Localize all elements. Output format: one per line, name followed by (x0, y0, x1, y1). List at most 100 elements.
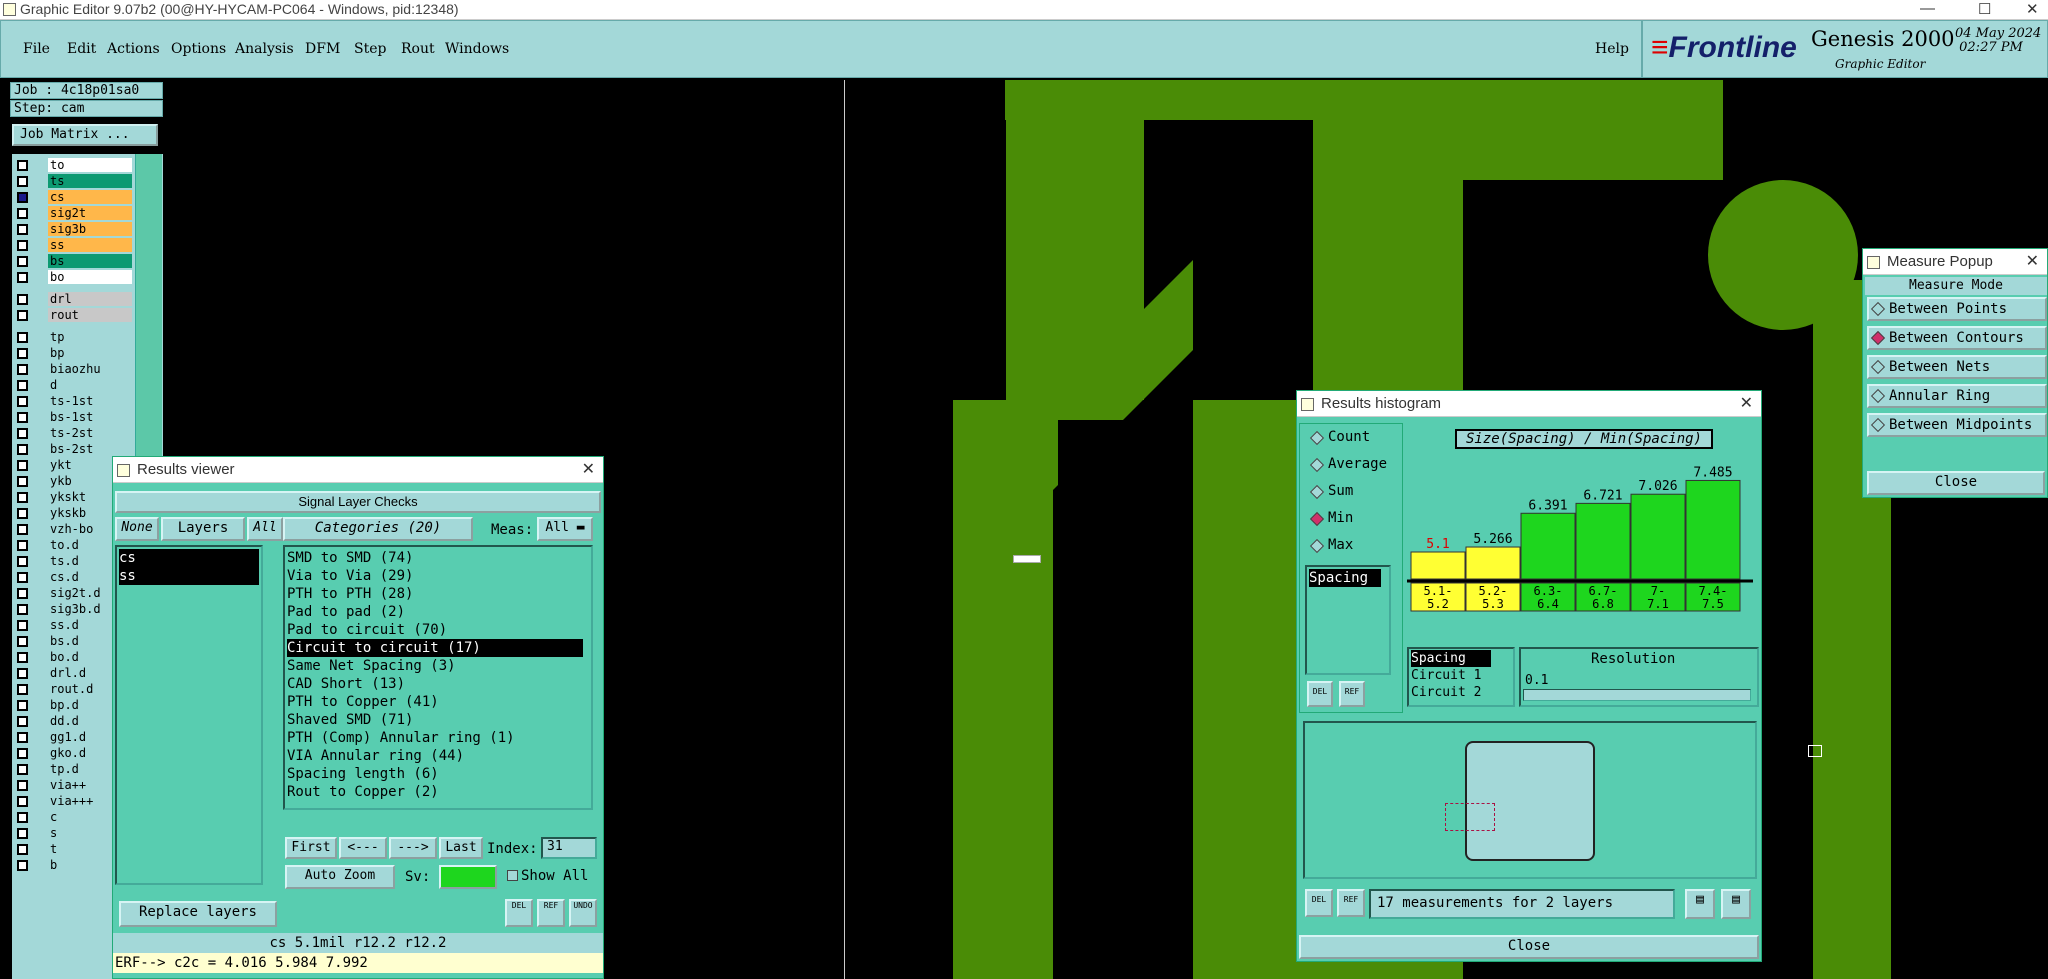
first-button[interactable]: First (285, 837, 337, 859)
category-item[interactable]: PTH to Copper (41) (287, 693, 583, 711)
param-list[interactable]: Spacing Circuit 1 Circuit 2 (1407, 647, 1515, 707)
layers-button[interactable]: Layers (161, 517, 245, 541)
histogram-bar[interactable] (1465, 546, 1521, 580)
hist-del-button-2[interactable]: DEL (1305, 889, 1333, 917)
meas-select[interactable]: All ▬ (537, 517, 593, 541)
layer-row[interactable]: rout (14, 308, 132, 322)
menu-file[interactable]: File (23, 41, 50, 57)
layer-name[interactable]: to (48, 158, 132, 172)
category-item[interactable]: Same Net Spacing (3) (287, 657, 583, 675)
prev-button[interactable]: <--- (339, 837, 387, 859)
layer-checkbox[interactable] (17, 508, 28, 519)
maximize-icon[interactable]: ☐ (1978, 0, 1991, 18)
layer-checkbox[interactable] (17, 716, 28, 727)
layer-checkbox[interactable] (17, 332, 28, 343)
category-item[interactable]: Pad to pad (2) (287, 603, 583, 621)
category-item[interactable]: Circuit to circuit (17) (287, 639, 583, 657)
measure-option[interactable]: Between Nets (1867, 355, 2047, 379)
aggregate-option[interactable]: Max (1308, 536, 1353, 554)
histogram-close-icon[interactable]: ✕ (1740, 391, 1753, 417)
category-item[interactable]: CAD Short (13) (287, 675, 583, 693)
job-matrix-button[interactable]: Job Matrix ... (12, 124, 158, 146)
histogram-bar[interactable] (1685, 479, 1741, 580)
layer-checkbox[interactable] (17, 256, 28, 267)
layer-row[interactable]: ts (14, 174, 132, 188)
results-viewer-close-icon[interactable]: ✕ (582, 457, 595, 483)
layer-checkbox[interactable] (17, 294, 28, 305)
layer-name[interactable]: sig3b (48, 222, 132, 236)
menu-help[interactable]: Help (1595, 41, 1629, 57)
layer-checkbox[interactable] (17, 192, 28, 203)
layer-name[interactable]: bs-2st (48, 442, 132, 456)
measure-close-button[interactable]: Close (1867, 471, 2045, 495)
layer-checkbox[interactable] (17, 364, 28, 375)
del-button[interactable]: DEL (505, 899, 533, 927)
layer-name[interactable]: drl (48, 292, 132, 306)
layer-checkbox[interactable] (17, 160, 28, 171)
layer-row[interactable]: ts-2st (14, 426, 132, 440)
layer-name[interactable]: tp (48, 330, 132, 344)
index-input[interactable]: 31 (541, 837, 597, 859)
layer-checkbox[interactable] (17, 380, 28, 391)
undo-button[interactable]: UNDO (569, 899, 597, 927)
layer-checkbox[interactable] (17, 460, 28, 471)
layer-name[interactable]: cs (48, 190, 132, 204)
layer-row[interactable]: bs-1st (14, 410, 132, 424)
list-item[interactable]: Circuit 2 (1411, 684, 1481, 701)
layer-name[interactable]: ts-1st (48, 394, 132, 408)
measure-option[interactable]: Between Points (1867, 297, 2047, 321)
layer-name[interactable]: sig2t (48, 206, 132, 220)
layer-checkbox[interactable] (17, 524, 28, 535)
category-item[interactable]: Spacing length (6) (287, 765, 583, 783)
layer-checkbox[interactable] (17, 828, 28, 839)
show-all-checkbox[interactable] (507, 870, 518, 881)
layer-checkbox[interactable] (17, 796, 28, 807)
category-item[interactable]: Via to Via (29) (287, 567, 583, 585)
layer-checkbox[interactable] (17, 860, 28, 871)
layer-checkbox[interactable] (17, 636, 28, 647)
layer-checkbox[interactable] (17, 812, 28, 823)
layer-checkbox[interactable] (17, 272, 28, 283)
menu-actions[interactable]: Actions (107, 41, 160, 57)
layer-checkbox[interactable] (17, 240, 28, 251)
layer-row[interactable]: ss (14, 238, 132, 252)
layer-name[interactable]: d (48, 378, 132, 392)
layer-checkbox[interactable] (17, 224, 28, 235)
layer-checkbox[interactable] (17, 668, 28, 679)
sv-color-select[interactable] (439, 865, 497, 889)
pan-icon[interactable]: ▤ (1721, 889, 1751, 919)
last-button[interactable]: Last (439, 837, 483, 859)
histogram-bar[interactable] (1630, 493, 1686, 580)
measure-option[interactable]: Between Contours (1867, 326, 2047, 350)
zoom-icon[interactable]: ▤ (1685, 889, 1715, 919)
layer-checkbox[interactable] (17, 176, 28, 187)
measure-option[interactable]: Annular Ring (1867, 384, 2047, 408)
layer-row[interactable]: tp (14, 330, 132, 344)
layer-checkbox[interactable] (17, 492, 28, 503)
hist-ref-button[interactable]: REF (1339, 681, 1365, 707)
close-icon[interactable]: ✕ (2026, 0, 2039, 18)
replace-layers-select[interactable]: Replace layers (119, 901, 277, 927)
layer-checkbox[interactable] (17, 780, 28, 791)
layer-checkbox[interactable] (17, 700, 28, 711)
measure-option[interactable]: Between Midpoints (1867, 413, 2047, 437)
layer-name[interactable]: rout (48, 308, 132, 322)
layer-row[interactable]: d (14, 378, 132, 392)
layer-checkbox[interactable] (17, 572, 28, 583)
layer-row[interactable]: sig3b (14, 222, 132, 236)
layer-name[interactable]: ss (48, 238, 132, 252)
layer-name[interactable]: ts-2st (48, 426, 132, 440)
layer-results-list[interactable]: cs ss (115, 545, 263, 885)
layer-checkbox[interactable] (17, 764, 28, 775)
ref-button[interactable]: REF (537, 899, 565, 927)
layer-row[interactable]: bp (14, 346, 132, 360)
layer-checkbox[interactable] (17, 428, 28, 439)
layer-checkbox[interactable] (17, 604, 28, 615)
next-button[interactable]: ---> (389, 837, 437, 859)
histogram-list[interactable]: Spacing (1305, 565, 1391, 675)
layer-row[interactable]: bs (14, 254, 132, 268)
layer-checkbox[interactable] (17, 476, 28, 487)
aggregate-option[interactable]: Average (1308, 455, 1387, 473)
layer-row[interactable]: biaozhu (14, 362, 132, 376)
hist-del-button[interactable]: DEL (1307, 681, 1333, 707)
